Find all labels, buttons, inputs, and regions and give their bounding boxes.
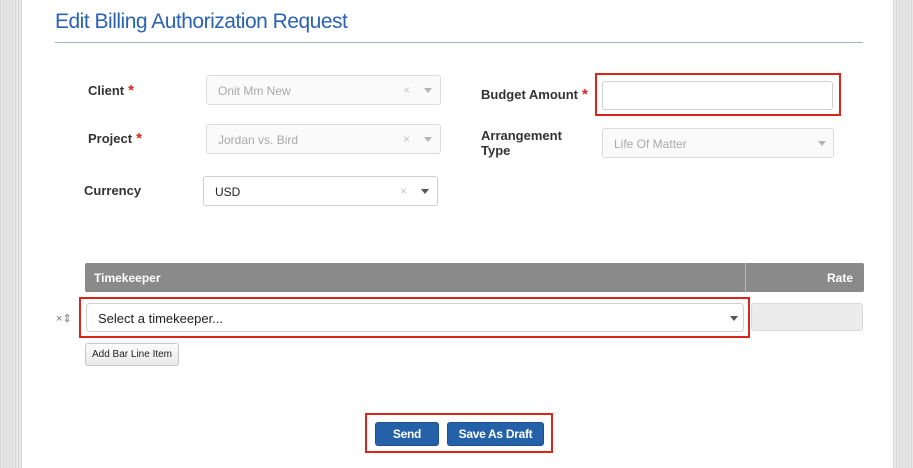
chevron-down-icon (818, 141, 826, 146)
timekeeper-select-placeholder: Select a timekeeper... (98, 311, 224, 326)
arrangement-type-label-line1: Arrangement (481, 128, 562, 143)
clear-icon[interactable]: × (403, 83, 410, 97)
title-divider (55, 42, 863, 43)
budget-amount-input[interactable] (602, 81, 833, 110)
chevron-down-icon (424, 137, 432, 142)
rate-field[interactable] (751, 303, 863, 331)
right-background-stripe (893, 0, 913, 468)
column-divider (745, 263, 746, 292)
send-button[interactable]: Send (375, 422, 439, 446)
add-bar-line-item-button[interactable]: Add Bar Line Item (85, 343, 179, 366)
project-select[interactable]: Jordan vs. Bird × (206, 124, 441, 154)
save-as-draft-button[interactable]: Save As Draft (447, 422, 544, 446)
budget-amount-label-text: Budget Amount (481, 87, 578, 102)
client-select-value: Onit Mm New (218, 84, 291, 98)
clear-icon[interactable]: × (400, 184, 407, 198)
client-required-mark: * (128, 82, 134, 99)
arrangement-type-select[interactable]: Life Of Matter (602, 128, 834, 158)
chevron-down-icon (730, 316, 738, 321)
clear-icon[interactable]: × (403, 132, 410, 146)
chevron-down-icon (421, 189, 429, 194)
timekeeper-column-header: Timekeeper (94, 271, 161, 285)
arrangement-type-label-line2: Type (481, 143, 511, 158)
budget-amount-label: Budget Amount * (481, 86, 588, 103)
currency-select-value: USD (215, 185, 241, 199)
left-background-stripe (0, 0, 22, 468)
timekeeper-select[interactable]: Select a timekeeper... (86, 303, 744, 332)
currency-label: Currency (84, 183, 142, 198)
budget-amount-required-mark: * (582, 86, 588, 103)
arrangement-type-select-value: Life Of Matter (614, 137, 687, 151)
client-select[interactable]: Onit Mm New × (206, 75, 441, 105)
row-controls: ×⇕ (56, 312, 72, 325)
arrangement-type-label: Arrangement Type (481, 128, 562, 158)
project-label-text: Project (88, 131, 133, 146)
project-select-value: Jordan vs. Bird (218, 133, 299, 147)
form-panel: Edit Billing Authorization Request Clien… (22, 0, 893, 468)
rate-column-header: Rate (826, 271, 853, 285)
client-label-text: Client (88, 83, 125, 98)
project-required-mark: * (136, 130, 142, 147)
client-label: Client * (88, 82, 134, 99)
reorder-handle-icon[interactable]: ⇕ (62, 313, 71, 325)
project-label: Project * (88, 130, 142, 147)
chevron-down-icon (424, 88, 432, 93)
page-title: Edit Billing Authorization Request (55, 10, 348, 33)
timekeeper-table-header: Timekeeper Rate (85, 263, 864, 292)
currency-select[interactable]: USD × (203, 176, 438, 206)
